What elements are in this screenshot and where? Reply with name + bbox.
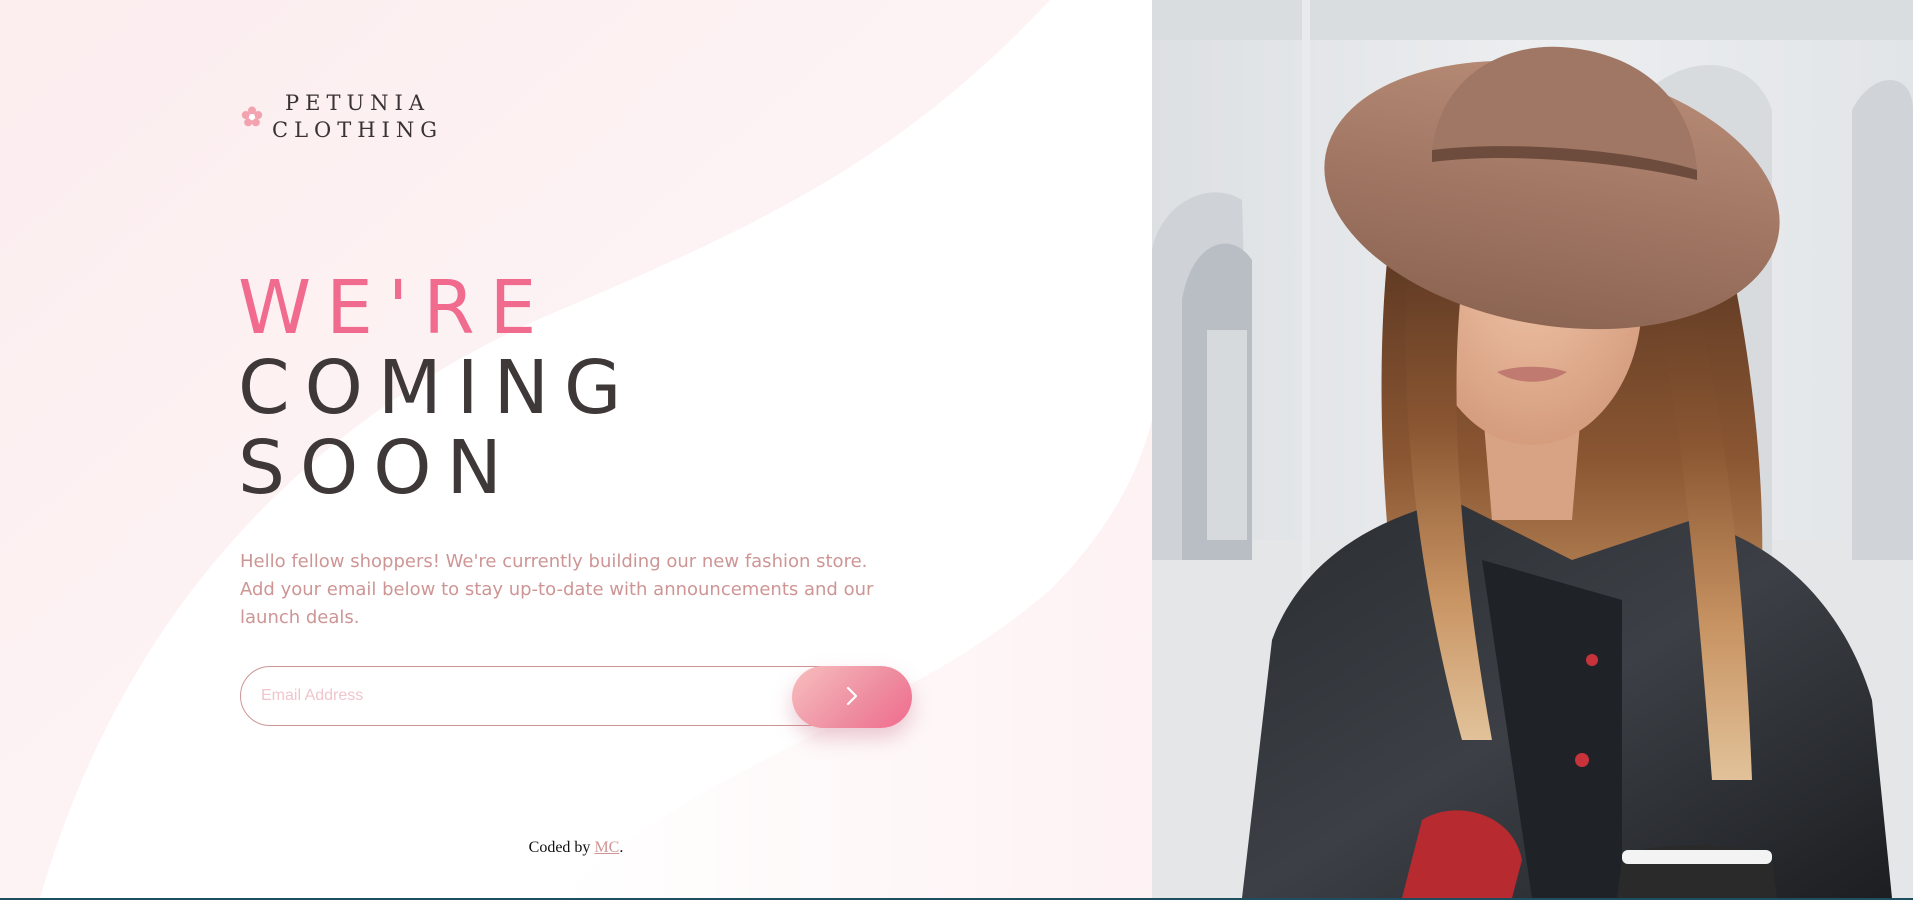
intro-text: Hello fellow shoppers! We're currently b… (240, 551, 874, 628)
headline-line-2: COMING (238, 345, 637, 431)
coming-soon-page: PETUNIA CLOTHING WE'RE COMING SOON Hello… (0, 0, 1913, 900)
attribution: Coded by MC. (0, 839, 1152, 857)
attribution-prefix: Coded by (528, 839, 595, 856)
subscribe-form (240, 666, 912, 728)
brand-line-2: CLOTHING (272, 118, 443, 142)
chevron-right-icon (845, 685, 859, 710)
brand-line-1: PETUNIA (284, 91, 430, 115)
attribution-suffix: . (619, 839, 624, 856)
headline-line-3: SOON (238, 425, 517, 511)
flower-icon (240, 105, 264, 129)
submit-button[interactable] (792, 666, 912, 728)
hero-image (1152, 0, 1913, 898)
content-panel: PETUNIA CLOTHING WE'RE COMING SOON Hello… (0, 0, 1152, 898)
brand-name: PETUNIA CLOTHING (272, 90, 443, 144)
page-title: WE'RE COMING SOON (238, 268, 636, 508)
brand-logo[interactable]: PETUNIA CLOTHING (240, 90, 443, 144)
email-field[interactable] (240, 666, 882, 726)
woman-in-hat-photo (1152, 0, 1913, 898)
author-link[interactable]: MC (594, 839, 619, 856)
headline-line-1: WE'RE (238, 265, 552, 351)
